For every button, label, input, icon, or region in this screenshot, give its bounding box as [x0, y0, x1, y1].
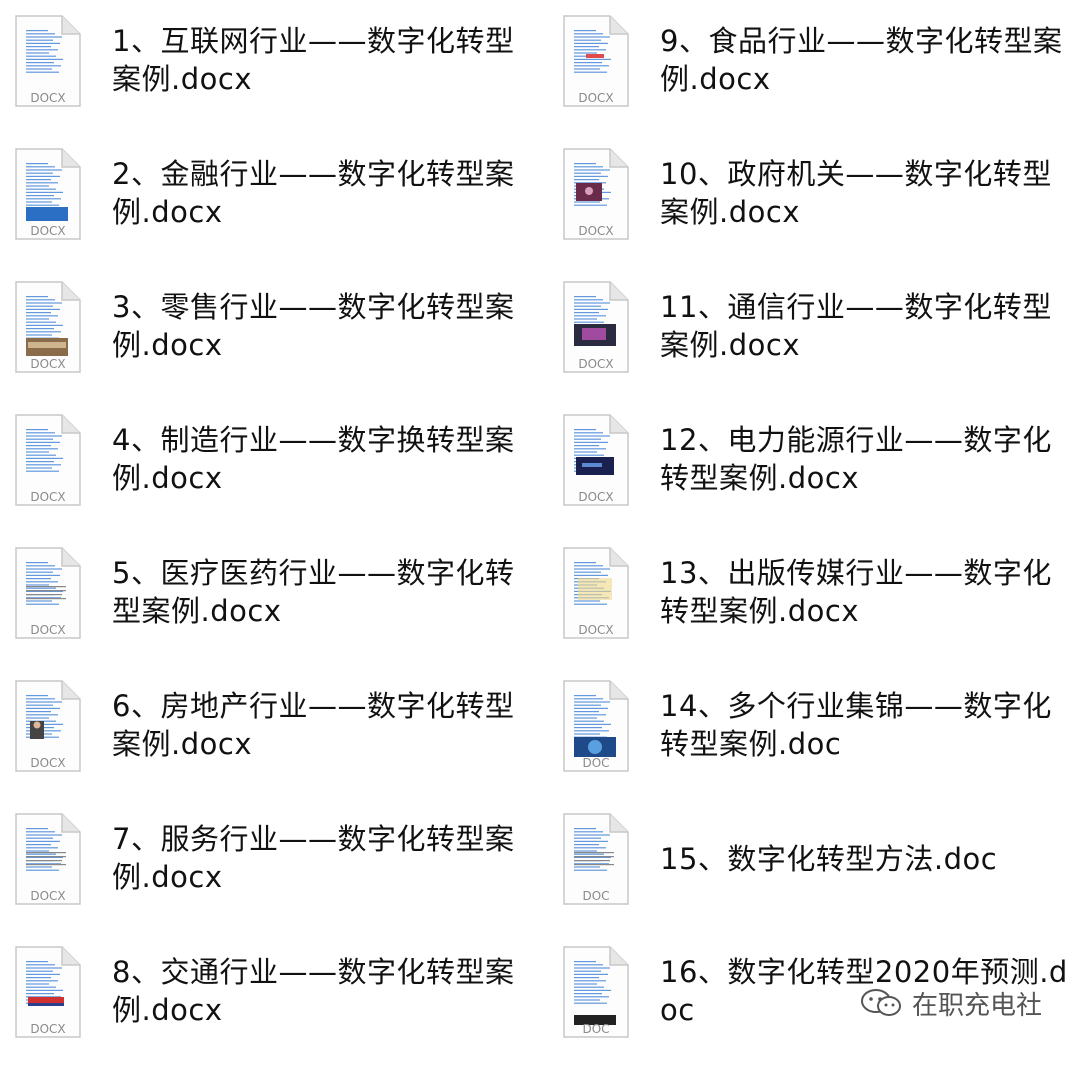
file-name[interactable]: 12、电力能源行业——数字化转型案例.docx — [660, 421, 1070, 497]
file-item[interactable]: DOCX 8、交通行业——数字化转型案例.docx — [12, 945, 532, 1065]
svg-text:DOC: DOC — [582, 756, 609, 770]
svg-text:DOCX: DOCX — [30, 756, 65, 770]
file-item[interactable]: DOCX 9、食品行业——数字化转型案例.docx — [560, 14, 1080, 134]
file-item[interactable]: DOCX 11、通信行业——数字化转型案例.docx — [560, 280, 1080, 400]
file-name[interactable]: 11、通信行业——数字化转型案例.docx — [660, 288, 1070, 364]
file-name[interactable]: 14、多个行业集锦——数字化转型案例.doc — [660, 687, 1070, 763]
file-name[interactable]: 8、交通行业——数字化转型案例.docx — [112, 953, 522, 1029]
file-name[interactable]: 3、零售行业——数字化转型案例.docx — [112, 288, 522, 364]
file-item[interactable]: DOCX 4、制造行业——数字换转型案例.docx — [12, 413, 532, 533]
svg-text:DOCX: DOCX — [578, 91, 613, 105]
file-name[interactable]: 13、出版传媒行业——数字化转型案例.docx — [660, 554, 1070, 630]
file-name[interactable]: 7、服务行业——数字化转型案例.docx — [112, 820, 522, 896]
file-name[interactable]: 2、金融行业——数字化转型案例.docx — [112, 155, 522, 231]
svg-text:DOC: DOC — [582, 889, 609, 903]
doc-file-icon[interactable]: DOC — [560, 812, 632, 908]
file-item[interactable]: DOCX 1、互联网行业——数字化转型案例.docx — [12, 14, 532, 134]
file-grid: DOCX 1、互联网行业——数字化转型案例.docx DOCX 2、金融行业——… — [0, 0, 1080, 1051]
wechat-icon — [860, 987, 904, 1019]
watermark-text: 在职充电社 — [912, 990, 1043, 1021]
docx-file-icon[interactable]: DOCX — [12, 679, 84, 775]
file-name[interactable]: 9、食品行业——数字化转型案例.docx — [660, 22, 1070, 98]
svg-text:DOCX: DOCX — [578, 224, 613, 238]
svg-text:DOCX: DOCX — [30, 490, 65, 504]
docx-file-icon[interactable]: DOCX — [560, 147, 632, 243]
file-item[interactable]: DOCX 12、电力能源行业——数字化转型案例.docx — [560, 413, 1080, 533]
svg-text:DOCX: DOCX — [578, 490, 613, 504]
docx-file-icon[interactable]: DOCX — [560, 14, 632, 110]
docx-file-icon[interactable]: DOCX — [12, 413, 84, 509]
file-name[interactable]: 15、数字化转型方法.doc — [660, 840, 1070, 878]
file-item[interactable]: DOCX 2、金融行业——数字化转型案例.docx — [12, 147, 532, 267]
file-item[interactable]: DOCX 6、房地产行业——数字化转型案例.docx — [12, 679, 532, 799]
file-name[interactable]: 5、医疗医药行业——数字化转型案例.docx — [112, 554, 522, 630]
file-name[interactable]: 1、互联网行业——数字化转型案例.docx — [112, 22, 522, 98]
svg-text:DOCX: DOCX — [578, 357, 613, 371]
svg-text:DOCX: DOCX — [30, 357, 65, 371]
file-item[interactable]: DOCX 13、出版传媒行业——数字化转型案例.docx — [560, 546, 1080, 666]
file-name[interactable]: 4、制造行业——数字换转型案例.docx — [112, 421, 522, 497]
doc-file-icon[interactable]: DOC — [560, 679, 632, 775]
docx-file-icon[interactable]: DOCX — [12, 945, 84, 1041]
docx-file-icon[interactable]: DOCX — [560, 546, 632, 642]
doc-file-icon[interactable]: DOC — [560, 945, 632, 1041]
docx-file-icon[interactable]: DOCX — [12, 147, 84, 243]
svg-text:DOCX: DOCX — [30, 224, 65, 238]
file-item[interactable]: DOCX 3、零售行业——数字化转型案例.docx — [12, 280, 532, 400]
docx-file-icon[interactable]: DOCX — [12, 14, 84, 110]
file-item[interactable]: DOC 15、数字化转型方法.doc — [560, 812, 1080, 932]
docx-file-icon[interactable]: DOCX — [12, 280, 84, 376]
svg-text:DOC: DOC — [582, 1022, 609, 1036]
file-item[interactable]: DOCX 10、政府机关——数字化转型案例.docx — [560, 147, 1080, 267]
file-item[interactable]: DOCX 7、服务行业——数字化转型案例.docx — [12, 812, 532, 932]
svg-text:DOCX: DOCX — [30, 889, 65, 903]
file-item[interactable]: DOC 14、多个行业集锦——数字化转型案例.doc — [560, 679, 1080, 799]
docx-file-icon[interactable]: DOCX — [12, 546, 84, 642]
watermark: 在职充电社 — [860, 985, 1042, 1021]
file-name[interactable]: 6、房地产行业——数字化转型案例.docx — [112, 687, 522, 763]
file-item[interactable]: DOCX 5、医疗医药行业——数字化转型案例.docx — [12, 546, 532, 666]
file-name[interactable]: 10、政府机关——数字化转型案例.docx — [660, 155, 1070, 231]
svg-text:DOCX: DOCX — [30, 1022, 65, 1036]
docx-file-icon[interactable]: DOCX — [12, 812, 84, 908]
svg-text:DOCX: DOCX — [578, 623, 613, 637]
docx-file-icon[interactable]: DOCX — [560, 413, 632, 509]
svg-text:DOCX: DOCX — [30, 623, 65, 637]
docx-file-icon[interactable]: DOCX — [560, 280, 632, 376]
svg-text:DOCX: DOCX — [30, 91, 65, 105]
